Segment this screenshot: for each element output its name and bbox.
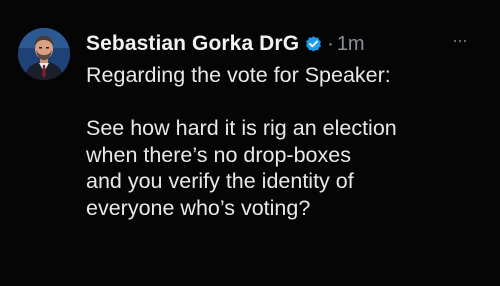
tweet-timestamp[interactable]: 1m: [337, 33, 365, 56]
tweet-text: Regarding the vote for Speaker: See how …: [86, 62, 496, 221]
tweet-text-line: See how hard it is rig an election: [86, 116, 397, 140]
tweet-text-line: and you verify the identity of: [86, 169, 354, 193]
tweet-text-line: Regarding the vote for Speaker:: [86, 63, 391, 87]
tweet-text-line: when there’s no drop-boxes: [86, 142, 351, 167]
tweet-card[interactable]: Sebastian Gorka DrG · 1m ··· Regarding t…: [0, 0, 500, 286]
tweet-text-line: everyone who’s voting?: [86, 195, 311, 220]
author-name[interactable]: Sebastian Gorka DrG: [86, 32, 299, 56]
tweet-header: Sebastian Gorka DrG · 1m: [86, 28, 365, 60]
verified-badge-icon: [304, 35, 323, 54]
avatar-photo-icon: [18, 28, 70, 80]
more-options-icon[interactable]: ···: [452, 30, 468, 51]
header-separator: ·: [327, 32, 334, 55]
author-avatar[interactable]: [18, 28, 70, 80]
